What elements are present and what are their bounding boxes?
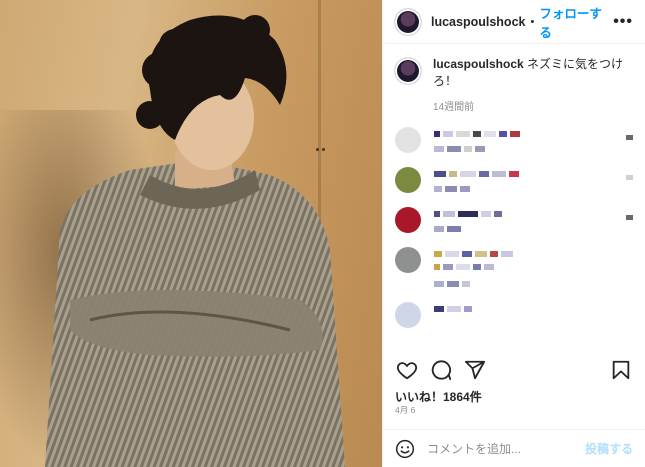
- comment-item: [395, 167, 633, 193]
- comments-list[interactable]: lucaspoulshock ネズミに気をつけろ！ 14週間前: [383, 44, 645, 356]
- username-link[interactable]: lucaspoulshock: [431, 15, 525, 29]
- emoji-icon[interactable]: [395, 439, 415, 459]
- comment-item: [395, 302, 633, 328]
- comment-item: [395, 207, 633, 233]
- caption-username[interactable]: lucaspoulshock: [433, 57, 524, 71]
- separator: •: [530, 15, 535, 28]
- comment-icon[interactable]: [429, 358, 453, 382]
- comment-like-icon[interactable]: [626, 215, 633, 220]
- post-header: lucaspoulshock • フォローする •••: [383, 0, 645, 44]
- post-panel: lucaspoulshock • フォローする ••• lucaspoulsho…: [382, 0, 645, 467]
- caption: lucaspoulshock ネズミに気をつけろ！ 14週間前: [395, 56, 633, 113]
- comment-avatar[interactable]: [395, 302, 421, 328]
- comment-item: [395, 127, 633, 153]
- avatar[interactable]: [395, 8, 421, 35]
- follow-button[interactable]: フォローする: [539, 3, 613, 41]
- heart-icon[interactable]: [395, 358, 419, 382]
- caption-text: lucaspoulshock ネズミに気をつけろ！: [433, 56, 633, 90]
- post-comment-button[interactable]: 投稿する: [585, 440, 633, 457]
- caption-timestamp: 14週間前: [433, 102, 475, 113]
- comment-avatar[interactable]: [395, 167, 421, 193]
- more-options-icon[interactable]: •••: [613, 13, 633, 31]
- share-icon[interactable]: [463, 358, 487, 382]
- caption-avatar[interactable]: [395, 58, 421, 84]
- comment-item: [395, 247, 633, 288]
- comment-like-icon[interactable]: [626, 135, 633, 140]
- add-comment-bar: 投稿する: [383, 429, 645, 467]
- post-date[interactable]: 4月 6: [395, 404, 415, 416]
- comment-avatar[interactable]: [395, 247, 421, 273]
- comment-like-icon[interactable]: [626, 175, 633, 180]
- like-count[interactable]: いいね！1864件: [395, 388, 482, 405]
- post-photo[interactable]: [0, 0, 382, 467]
- comment-avatar[interactable]: [395, 127, 421, 153]
- comment-input[interactable]: [427, 441, 585, 456]
- bookmark-icon[interactable]: [609, 358, 633, 382]
- comment-avatar[interactable]: [395, 207, 421, 233]
- action-bar: [395, 356, 633, 384]
- person-figure: [45, 15, 345, 467]
